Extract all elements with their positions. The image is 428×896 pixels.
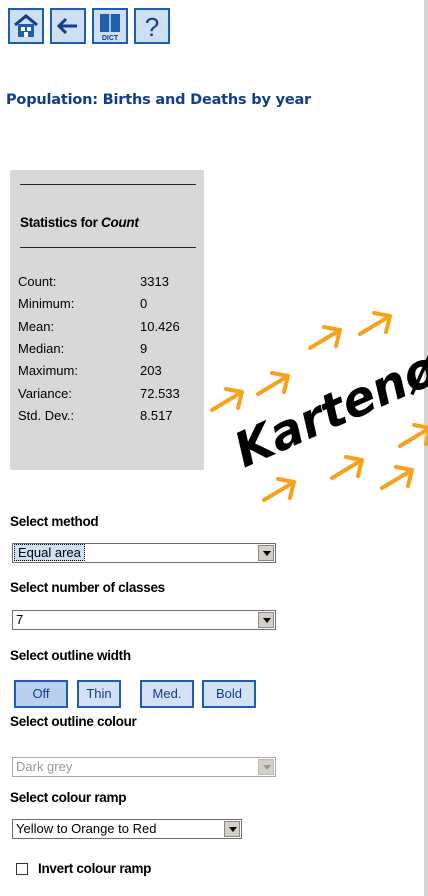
dictionary-button[interactable]: DICT xyxy=(92,8,128,44)
help-icon: ? xyxy=(145,12,159,42)
dictionary-icon: DICT xyxy=(100,14,120,42)
statistics-row-value: 0 xyxy=(140,296,148,312)
classes-select[interactable]: 7 xyxy=(12,610,276,630)
outline-colour-select: Dark grey xyxy=(12,757,276,777)
orange-arrow-icon xyxy=(380,465,414,490)
orange-arrow-icon xyxy=(210,387,244,412)
statistics-row-value: 9 xyxy=(140,340,148,356)
classes-label: Select number of classes xyxy=(10,580,165,595)
statistics-row-label: Std. Dev.: xyxy=(18,407,75,423)
home-icon xyxy=(14,14,38,37)
statistics-row-value: 72.533 xyxy=(140,385,180,401)
orange-arrow-icon xyxy=(256,371,290,396)
statistics-row-label: Maximum: xyxy=(18,363,78,379)
colour-ramp-select[interactable]: Yellow to Orange to Red xyxy=(12,819,242,839)
divider xyxy=(20,247,196,248)
outline-width-label: Select outline width xyxy=(10,648,131,663)
divider xyxy=(20,184,196,185)
statistics-heading: Statistics for Count xyxy=(20,215,139,230)
method-value: Equal area xyxy=(14,544,85,561)
statistics-row-value: 3313 xyxy=(140,274,169,289)
statistics-field: Count xyxy=(101,215,139,230)
orange-arrow-icon xyxy=(308,325,342,350)
method-label: Select method xyxy=(10,514,99,529)
outline-colour-label: Select outline colour xyxy=(10,714,137,729)
kartenø-overlay: Kartenø xyxy=(200,300,428,530)
dropdown-arrow-icon xyxy=(258,759,274,775)
statistics-row-value: 203 xyxy=(140,363,162,379)
page-title: Population: Births and Deaths by year xyxy=(6,92,312,108)
orange-arrow-icon xyxy=(330,455,364,480)
statistics-row-label: Count: xyxy=(18,274,57,289)
dropdown-arrow-icon[interactable] xyxy=(258,545,274,561)
outline-width-thin-button[interactable]: Thin xyxy=(77,680,121,708)
statistics-row-label: Variance: xyxy=(18,385,72,401)
invert-colour-ramp-checkbox[interactable] xyxy=(16,863,28,875)
kartenø-text: Kartenø xyxy=(226,340,428,479)
colour-ramp-value: Yellow to Orange to Red xyxy=(16,821,157,836)
orange-arrow-icon xyxy=(262,477,296,502)
outline-colour-value: Dark grey xyxy=(16,759,73,774)
statistics-panel: Statistics for Count Count: 3313 Minimum: 0… xyxy=(10,170,204,470)
statistics-row-label: Minimum: xyxy=(18,296,75,312)
statistics-row-value: 8.517 xyxy=(140,407,173,423)
statistics-row-label: Median: xyxy=(18,340,65,356)
statistics-row-value: 10.426 xyxy=(140,318,180,334)
orange-arrow-icon xyxy=(358,311,392,336)
help-label: ? xyxy=(145,12,159,42)
help-button[interactable]: ? xyxy=(134,8,170,44)
classes-value: 7 xyxy=(16,612,24,627)
back-arrow-icon xyxy=(56,17,77,35)
outline-width-med-button[interactable]: Med. xyxy=(140,680,194,708)
statistics-row-label: Mean: xyxy=(18,318,55,334)
orange-arrow-icon xyxy=(398,423,428,448)
home-button[interactable] xyxy=(8,8,44,44)
back-button[interactable] xyxy=(50,8,86,44)
dictionary-label: DICT xyxy=(102,35,119,42)
outline-width-off-button[interactable]: Off xyxy=(14,680,68,708)
method-select[interactable]: Equal area xyxy=(12,543,276,563)
dropdown-arrow-icon[interactable] xyxy=(258,612,274,628)
colour-ramp-label: Select colour ramp xyxy=(10,790,127,805)
dropdown-arrow-icon[interactable] xyxy=(224,821,240,837)
outline-width-bold-button[interactable]: Bold xyxy=(202,680,256,708)
invert-colour-ramp-label[interactable]: Invert colour ramp xyxy=(38,861,151,876)
